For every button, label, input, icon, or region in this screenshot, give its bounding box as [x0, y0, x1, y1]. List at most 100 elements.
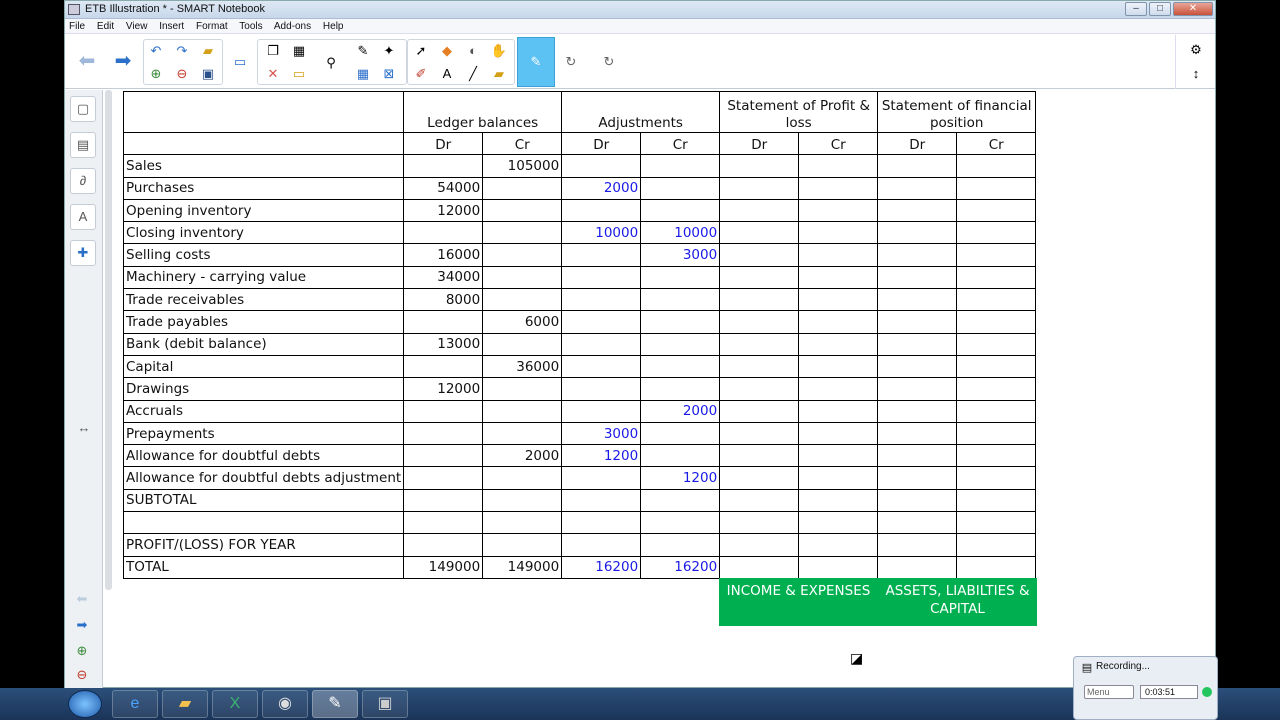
document-camera-icon[interactable]: ⚲	[322, 54, 340, 72]
shape-icon[interactable]: ◆	[438, 42, 456, 60]
undo-icon[interactable]: ↶	[147, 42, 165, 60]
move-toolbar-icon[interactable]: ↕	[1187, 65, 1205, 83]
back-arrow-icon[interactable]: ⬅	[75, 49, 99, 73]
open-folder-icon[interactable]: ▰	[199, 42, 217, 60]
assets-liabilities-box: ASSETS, LIABILTIES & CAPITAL	[878, 578, 1037, 626]
fill-icon[interactable]: ✋	[490, 42, 508, 60]
save-icon[interactable]: ▣	[199, 65, 217, 83]
properties-icon[interactable]: A	[70, 204, 96, 230]
recorder-app-icon[interactable]: ▣	[362, 690, 408, 718]
sfp-cr-cell	[956, 198, 1037, 223]
line-tool-icon[interactable]: ╱	[464, 65, 482, 83]
adjustment-dr-cell	[561, 466, 642, 490]
ledger-dr-cell	[403, 399, 484, 423]
redo-icon[interactable]: ↷	[173, 42, 191, 60]
sfp-cr-cell	[956, 511, 1037, 535]
side-tabs: ▢ ▤ ∂ A ✚ ↔ ⬅ ➡ ⊕ ⊖	[65, 90, 103, 688]
add-page-icon[interactable]: ⊕	[147, 65, 165, 83]
menu-tools[interactable]: Tools	[239, 21, 262, 32]
forward-arrow-icon[interactable]: ➡	[111, 49, 135, 73]
next-page-icon[interactable]: ➡	[73, 616, 91, 634]
adjustment-dr-cell	[561, 399, 642, 423]
sfp-dr-cell	[877, 421, 958, 446]
row-label: Bank (debit balance)	[122, 332, 405, 356]
menu-view[interactable]: View	[126, 21, 148, 32]
right-black-margin	[1216, 0, 1280, 656]
delete-page-icon[interactable]: ⊖	[173, 65, 191, 83]
menu-format[interactable]: Format	[196, 21, 228, 32]
eraser-icon[interactable]: ◐	[464, 42, 482, 60]
media-app-icon[interactable]: ◉	[262, 690, 308, 718]
table-icon[interactable]: ▦	[354, 65, 372, 83]
row-label: Opening inventory	[122, 198, 405, 223]
screen-icon[interactable]: ▭	[290, 65, 308, 83]
delete-page-side-icon[interactable]: ⊖	[73, 666, 91, 684]
paste-icon[interactable]: ❐	[264, 42, 282, 60]
eraser-tool-icon[interactable]: ▰	[490, 65, 508, 83]
pen-thick-icon[interactable]: ↻	[600, 53, 618, 71]
resize-arrows-icon[interactable]: ↔	[75, 419, 93, 437]
smart-notebook-icon[interactable]: ✎	[312, 690, 358, 718]
pl-dr-cell	[719, 421, 800, 446]
ledger-dr-cell: 149000	[403, 555, 484, 579]
menu-edit[interactable]: Edit	[97, 21, 114, 32]
recording-panel: ▤ Recording... Menu 0:03:51	[1073, 656, 1218, 720]
table-row: Closing inventory 10000 10000	[122, 221, 1037, 245]
menu-addons[interactable]: Add-ons	[274, 21, 311, 32]
sfp-cr-cell	[956, 488, 1037, 513]
pen-tool-icon[interactable]: ✎	[354, 42, 372, 60]
sfp-cr-cell	[956, 176, 1037, 200]
pl-cr-cell	[798, 444, 879, 468]
close-button[interactable]: ✕	[1173, 2, 1213, 16]
adjustment-cr-cell	[640, 533, 721, 557]
sfp-dr-cell	[877, 176, 958, 200]
magic-pen-icon[interactable]: ✦	[380, 42, 398, 60]
pens-icon[interactable]: ✐	[412, 65, 430, 83]
add-page-side-icon[interactable]: ⊕	[73, 642, 91, 660]
display-icon[interactable]: ▭	[231, 53, 249, 71]
calculator-icon[interactable]: ⊠	[380, 65, 398, 83]
pen-medium-icon[interactable]: ↻	[562, 53, 580, 71]
ledger-cr-cell	[482, 421, 563, 446]
addons-icon[interactable]: ✚	[70, 240, 96, 266]
pl-cr-cell	[798, 176, 879, 200]
table-row: Drawings 12000	[122, 377, 1037, 401]
excel-icon[interactable]: X	[212, 690, 258, 718]
recorder-menu[interactable]: Menu	[1084, 685, 1134, 699]
adjustment-cr-cell: 16200	[640, 555, 721, 579]
ledger-cr-cell	[482, 176, 563, 200]
pl-dr-cell	[719, 154, 800, 178]
maximize-button[interactable]: □	[1149, 2, 1171, 16]
start-button[interactable]	[68, 690, 102, 718]
text-tool-icon[interactable]: A	[438, 65, 456, 83]
delete-icon[interactable]: ✕	[264, 65, 282, 83]
adjustment-dr-cell: 16200	[561, 555, 642, 579]
ledger-dr-cell: 12000	[403, 377, 484, 401]
sfp-cr-cell	[956, 399, 1037, 423]
menu-insert[interactable]: Insert	[159, 21, 184, 32]
gallery-icon[interactable]: ▤	[70, 132, 96, 158]
file-explorer-icon[interactable]: ▰	[162, 690, 208, 718]
minimize-button[interactable]: –	[1125, 2, 1147, 16]
settings-gear-icon[interactable]: ⚙	[1187, 41, 1205, 59]
extended-trial-balance-table: Ledger balances Adjustments Statement of…	[122, 91, 1037, 579]
sidebar-scrollbar[interactable]	[105, 90, 112, 590]
attachments-icon[interactable]: ∂	[70, 168, 96, 194]
ledger-dr-cell	[403, 466, 484, 490]
prev-page-icon[interactable]: ⬅	[73, 590, 91, 608]
select-arrow-icon[interactable]: ➚	[412, 42, 430, 60]
adjustment-cr-cell: 1200	[640, 466, 721, 490]
notebook-canvas[interactable]: Ledger balances Adjustments Statement of…	[113, 90, 1215, 687]
row-label: Purchases	[122, 176, 405, 200]
menu-help[interactable]: Help	[323, 21, 344, 32]
eraser-cursor-icon: ◪	[850, 650, 864, 666]
page-sorter-icon[interactable]: ▢	[70, 96, 96, 122]
pl-dr-cell	[719, 288, 800, 312]
ledger-dr-cell	[403, 310, 484, 334]
pl-cr-cell	[798, 221, 879, 245]
sfp-dr-cell	[877, 154, 958, 178]
menu-file[interactable]: File	[69, 21, 85, 32]
screenshade-icon[interactable]: ▦	[290, 42, 308, 60]
internet-explorer-icon[interactable]: e	[112, 690, 158, 718]
selected-pen-button[interactable]: ✎	[517, 37, 555, 87]
